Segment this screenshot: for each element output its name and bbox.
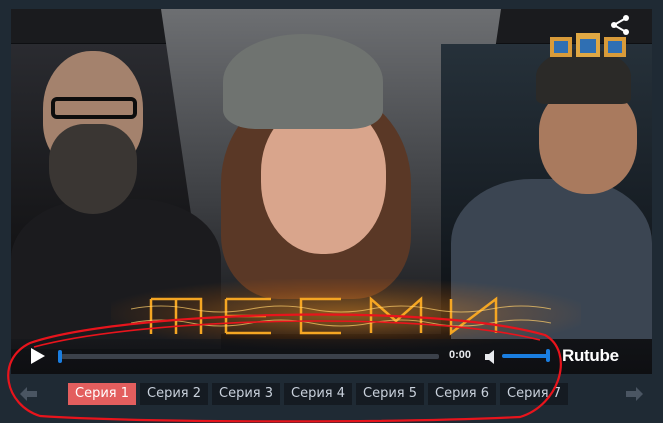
time-display: 0:00	[449, 349, 472, 361]
arrow-right-icon[interactable]	[624, 384, 646, 404]
arrow-left-icon[interactable]	[17, 384, 39, 404]
episode-tab[interactable]: Серия 4	[284, 383, 352, 405]
person-center-cap	[223, 34, 383, 129]
volume-slider[interactable]	[502, 354, 548, 358]
person-left-glasses	[51, 97, 137, 119]
episode-tab[interactable]: Серия 3	[212, 383, 280, 405]
episode-tab[interactable]: Серия 1	[68, 383, 136, 405]
person-right-face	[539, 89, 637, 194]
show-logo-art	[131, 296, 551, 336]
progress-handle[interactable]	[58, 350, 62, 363]
volume-handle[interactable]	[546, 349, 550, 362]
progress-bar[interactable]	[61, 354, 439, 359]
episode-tab[interactable]: Серия 7	[500, 383, 568, 405]
video-player[interactable]: 0:00 Rutube	[11, 9, 652, 374]
volume-icon[interactable]	[483, 348, 501, 366]
player-controls: 0:00 Rutube	[11, 339, 652, 374]
play-icon[interactable]	[27, 346, 47, 366]
video-frame[interactable]	[11, 9, 652, 374]
episode-list: Серия 1 Серия 2 Серия 3 Серия 4 Серия 5 …	[68, 383, 568, 405]
brand-logo[interactable]: Rutube	[562, 346, 619, 366]
channel-badge-icon	[550, 33, 626, 57]
episode-tab[interactable]: Серия 5	[356, 383, 424, 405]
episode-tab[interactable]: Серия 2	[140, 383, 208, 405]
episode-tab[interactable]: Серия 6	[428, 383, 496, 405]
person-left-beard	[49, 124, 137, 214]
